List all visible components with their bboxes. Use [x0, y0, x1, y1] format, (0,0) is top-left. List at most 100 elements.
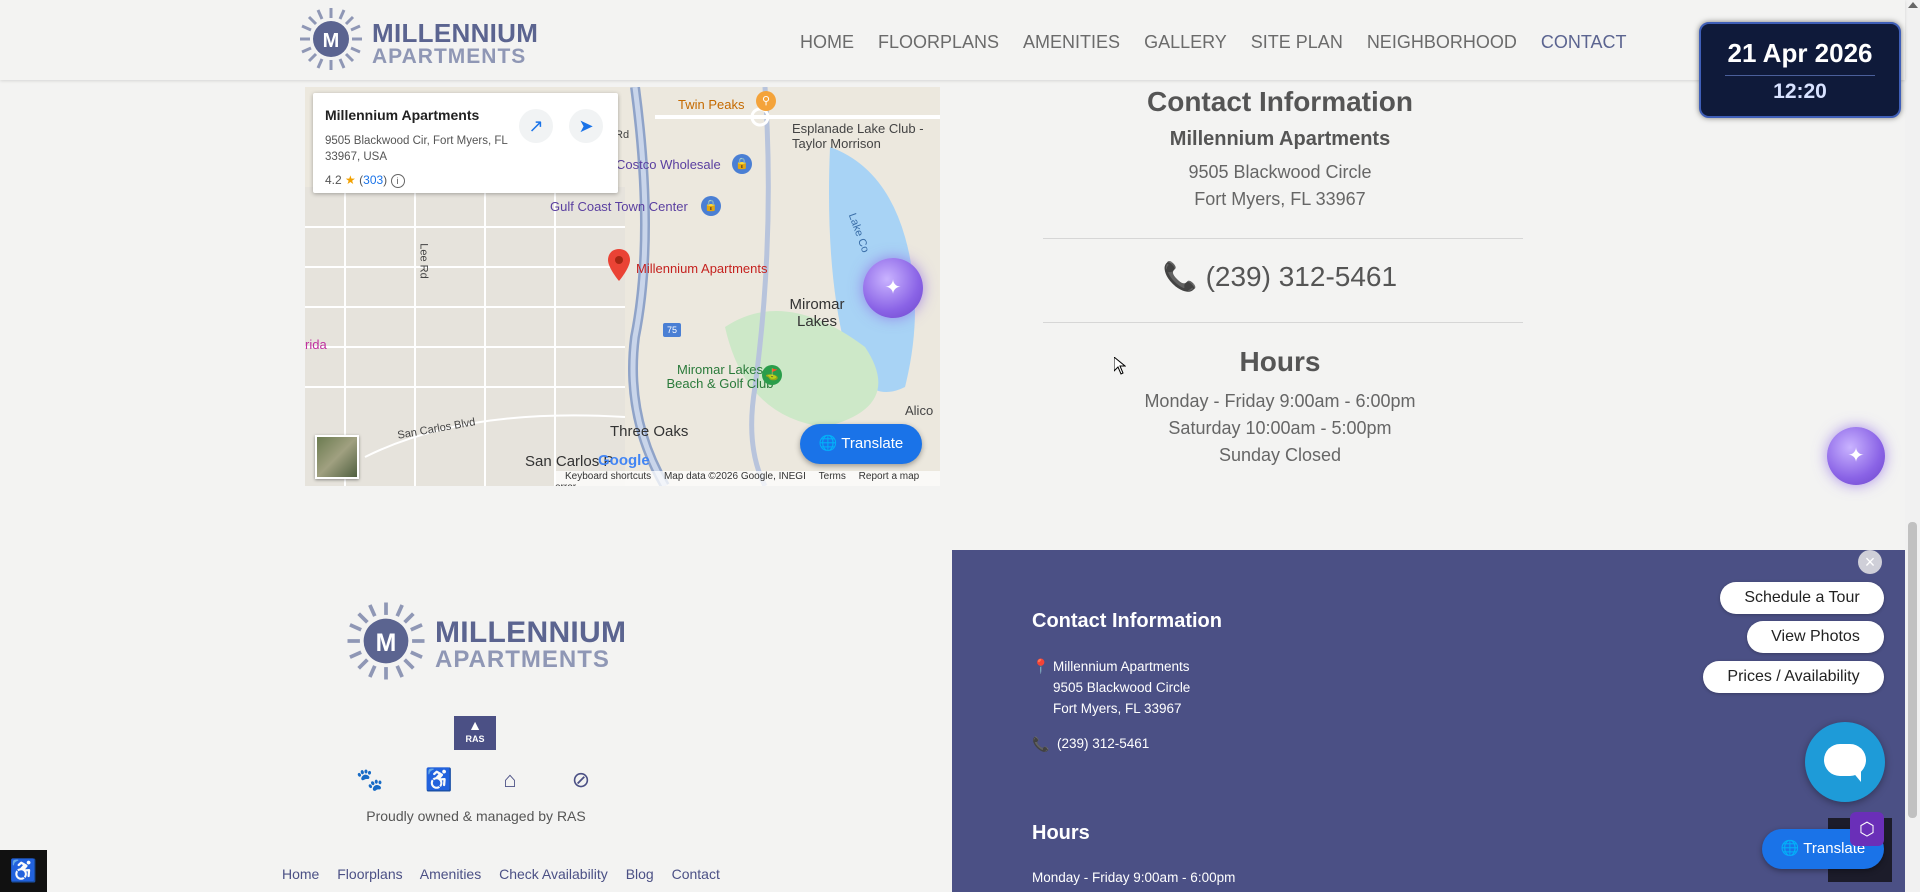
golf-pin-icon[interactable]: ⛳ — [762, 365, 782, 385]
map-label-lee-rd: Lee Rd — [417, 243, 430, 279]
directions-icon[interactable]: ➤ — [569, 109, 603, 143]
map-label-miromar-lakes: Miromar Lakes — [789, 296, 845, 330]
map-label-gulf-coast: Gulf Coast Town Center — [550, 199, 688, 214]
location-marker-icon[interactable] — [608, 249, 630, 281]
map-label-esplanade: Esplanade Lake Club - Taylor Morrison — [792, 121, 924, 151]
translate-button[interactable]: 🌐 Translate — [800, 424, 922, 464]
ras-logo: ▲ RAS — [454, 716, 496, 750]
restaurant-pin-icon[interactable]: ⚲ — [756, 91, 776, 111]
map-place-card: Millennium Apartments 9505 Blackwood Cir… — [313, 93, 618, 193]
nav-gallery[interactable]: GALLERY — [1144, 32, 1227, 53]
logo-sunburst-icon: M — [347, 602, 425, 680]
map-label-alico: Alico — [905, 403, 934, 418]
divider — [1043, 322, 1523, 323]
map-pin-icon: 📍 — [1032, 658, 1050, 674]
keyboard-shortcuts-link[interactable]: Keyboard shortcuts — [565, 471, 651, 482]
star-icon: ★ — [345, 173, 356, 187]
pet-friendly-icon: 🐾 — [356, 767, 384, 792]
map-footer: Keyboard shortcuts Map data ©2026 Google… — [555, 471, 940, 486]
info-icon[interactable]: i — [390, 174, 405, 188]
contact-address: 9505 Blackwood Circle Fort Myers, FL 339… — [1188, 162, 1372, 209]
view-photos-button[interactable]: View Photos — [1747, 621, 1884, 653]
map-label-florida: rida — [305, 337, 327, 352]
svg-text:M: M — [323, 30, 340, 52]
clock-widget: 21 Apr 2026 12:20 — [1699, 22, 1901, 118]
wheelchair-accessible-icon: ♿ — [425, 767, 453, 792]
footer-link-blog[interactable]: Blog — [626, 866, 654, 882]
footer-link-contact[interactable]: Contact — [672, 866, 720, 882]
nav-floorplans[interactable]: FLOORPLANS — [878, 32, 999, 53]
scroll-up-arrow-icon[interactable] — [1908, 2, 1918, 8]
logo-line1: MILLENNIUM — [435, 616, 627, 649]
nav-site-plan[interactable]: SITE PLAN — [1251, 32, 1343, 53]
accessibility-icon[interactable]: ♿ — [0, 850, 47, 892]
shopping-pin-icon[interactable]: 🔒 — [732, 154, 752, 174]
nav-neighborhood[interactable]: NEIGHBORHOOD — [1367, 32, 1517, 53]
hours-line: Sunday Closed — [1218, 445, 1342, 465]
footer-links: Home Floorplans Amenities Check Availabi… — [282, 866, 734, 882]
logo[interactable]: M MILLENNIUM APARTMENTS — [298, 6, 538, 77]
mountain-icon: ▲ — [468, 717, 482, 733]
google-logo: Google — [598, 452, 650, 469]
scrollbar-thumb[interactable] — [1908, 522, 1917, 818]
satellite-toggle[interactable] — [315, 435, 359, 479]
open-external-icon[interactable]: ↗ — [519, 109, 553, 143]
nav-contact[interactable]: CONTACT — [1541, 32, 1627, 53]
footer-logo[interactable]: M MILLENNIUM APARTMENTS — [345, 600, 626, 687]
footer-link-home[interactable]: Home — [282, 866, 319, 882]
globe-icon: 🌐 — [818, 435, 838, 452]
logo-line2: APARTMENTS — [372, 45, 527, 68]
footer-link-floorplans[interactable]: Floorplans — [337, 866, 402, 882]
footer-address: Millennium Apartments 9505 Blackwood Cir… — [1053, 659, 1191, 716]
contact-phone[interactable]: 📞 (239) 312-5461 — [1040, 260, 1520, 293]
hours-line: Monday - Friday 9:00am - 6:00pm — [1144, 391, 1416, 411]
site-header: M MILLENNIUM APARTMENTS HOME FLOORPLANS … — [0, 0, 1905, 80]
close-icon[interactable]: × — [1858, 550, 1882, 574]
logo-line1: MILLENNIUM — [372, 18, 539, 48]
main-nav: HOME FLOORPLANS AMENITIES GALLERY SITE P… — [800, 32, 1651, 53]
assistant-logo-icon[interactable]: ⬡ — [1850, 812, 1884, 846]
owned-by-text: Proudly owned & managed by RAS — [366, 808, 586, 824]
schedule-tour-button[interactable]: Schedule a Tour — [1720, 582, 1884, 614]
place-address: 9505 Blackwood Cir, Fort Myers, FL 33967… — [325, 135, 508, 163]
hours-line: Saturday 10:00am - 5:00pm — [1168, 418, 1392, 438]
map-label-three-oaks: Three Oaks — [610, 423, 689, 440]
footer-link-amenities[interactable]: Amenities — [420, 866, 481, 882]
shopping-pin-icon[interactable]: 🔒 — [701, 196, 721, 216]
clock-date: 21 Apr 2026 — [1727, 38, 1873, 68]
prices-availability-button[interactable]: Prices / Availability — [1703, 661, 1884, 693]
divider — [1043, 238, 1523, 239]
no-smoking-icon: ⊘ — [571, 767, 591, 792]
contact-heading: Contact Information — [1147, 86, 1413, 117]
place-title[interactable]: Millennium Apartments — [325, 107, 479, 123]
review-count-link[interactable]: 303 — [363, 173, 383, 187]
terms-link[interactable]: Terms — [819, 471, 846, 482]
ai-assistant-sparkle-icon[interactable]: ✦ — [1827, 427, 1885, 485]
logo-line2: APARTMENTS — [435, 646, 610, 673]
ai-assistant-sparkle-icon[interactable]: ✦ — [863, 258, 923, 318]
phone-icon: 📞 — [1032, 736, 1050, 752]
nav-home[interactable]: HOME — [800, 32, 854, 53]
map-label-millennium: Millennium Apartments — [636, 261, 768, 276]
map-data-credit: Map data ©2026 Google, INEGI — [663, 471, 806, 482]
logo-sunburst-icon: M — [300, 8, 362, 70]
equal-housing-icon: ⌂ — [503, 767, 517, 792]
contact-name: Millennium Apartments — [1169, 128, 1391, 150]
hours-heading: Hours — [1239, 346, 1321, 377]
footer-link-availability[interactable]: Check Availability — [499, 866, 608, 882]
footer-contact-heading: Contact Information — [1032, 610, 1222, 632]
place-rating: 4.2 ★ (303) i — [325, 173, 405, 188]
hours-section: Hours Monday - Friday 9:00am - 6:00pm Sa… — [1040, 346, 1520, 469]
contact-info-section: Contact Information Millennium Apartment… — [1040, 86, 1520, 213]
interstate-shield-icon: 75 — [663, 323, 681, 337]
footer-hours-line: Monday - Friday 9:00am - 6:00pm — [1032, 870, 1236, 885]
map-label-costco: Costco Wholesale — [616, 157, 721, 172]
chat-button[interactable] — [1805, 722, 1885, 802]
phone-icon: 📞 — [1162, 261, 1198, 292]
nav-amenities[interactable]: AMENITIES — [1023, 32, 1120, 53]
clock-time: 12:20 — [1773, 80, 1827, 103]
footer-phone[interactable]: (239) 312-5461 — [1057, 736, 1149, 751]
map-label-twin-peaks: Twin Peaks — [678, 97, 745, 112]
footer-hours-heading: Hours — [1032, 822, 1090, 844]
globe-icon: 🌐 — [1780, 840, 1800, 857]
